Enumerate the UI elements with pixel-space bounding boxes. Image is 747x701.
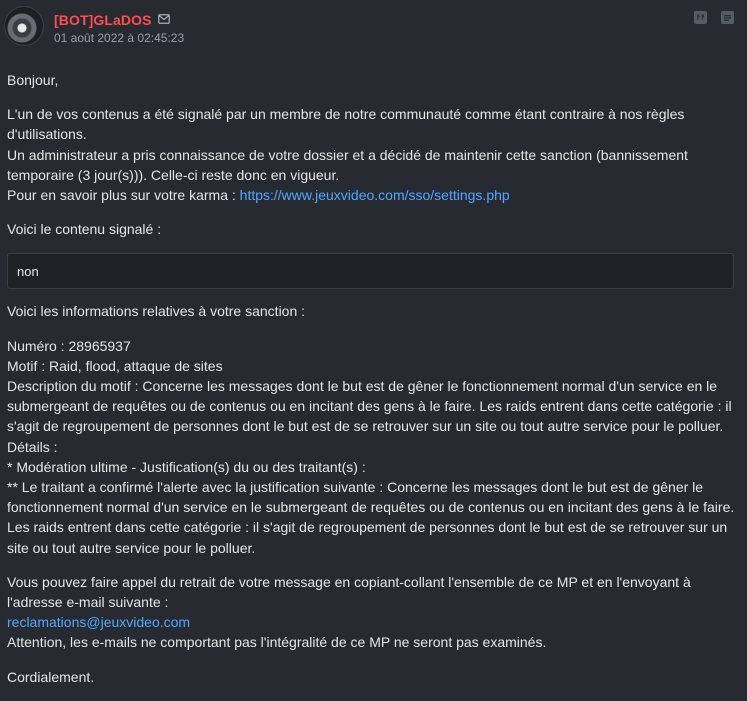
details-label: Détails : bbox=[7, 438, 58, 455]
karma-link[interactable]: https://www.jeuxvideo.com/sso/settings.p… bbox=[240, 187, 510, 203]
reported-content-block: non bbox=[7, 253, 734, 290]
closing: Cordialement. bbox=[7, 668, 95, 685]
motif-description: Description du motif : Concerne les mess… bbox=[7, 378, 732, 435]
karma-prefix: Pour en savoir plus sur votre karma : bbox=[7, 187, 240, 204]
quote-button[interactable] bbox=[694, 11, 707, 24]
mail-icon[interactable] bbox=[158, 14, 170, 24]
greeting: Bonjour, bbox=[7, 72, 59, 88]
more-icon bbox=[724, 15, 731, 21]
sanction-details: Numéro : 28965937 Motif : Raid, flood, a… bbox=[7, 336, 737, 558]
post-date: 01 août 2022 à 02:45:23 bbox=[54, 31, 185, 45]
appeal-section: Vous pouvez faire appel du retrait de vo… bbox=[7, 572, 737, 653]
traitant-justification: ** Le traitant a confirmé l'alerte avec … bbox=[7, 479, 735, 556]
post-header: [BOT]GLaDOS 01 août 2022 à 02:45:23 bbox=[0, 0, 747, 56]
message-body: Bonjour, L'un de vos contenus a été sign… bbox=[7, 70, 737, 701]
appeal-email-link[interactable]: reclamations@jeuxvideo.com bbox=[7, 614, 190, 630]
avatar[interactable] bbox=[4, 6, 44, 46]
reported-label: Voici le contenu signalé : bbox=[7, 221, 162, 238]
appeal-warning: Attention, les e-mails ne comportant pas… bbox=[7, 634, 547, 651]
moderation-line: * Modération ultime - Justification(s) d… bbox=[7, 458, 366, 475]
sanction-motif: Motif : Raid, flood, attaque de sites bbox=[7, 357, 223, 374]
appeal-text: Vous pouvez faire appel du retrait de vo… bbox=[7, 573, 691, 611]
more-button[interactable] bbox=[721, 11, 734, 24]
report-line-2: Un administrateur a pris connaissance de… bbox=[7, 146, 688, 183]
report-notice: L'un de vos contenus a été signalé par u… bbox=[7, 104, 737, 205]
sanction-label: Voici les informations relatives à votre… bbox=[7, 303, 306, 320]
report-line-1: L'un de vos contenus a été signalé par u… bbox=[7, 106, 685, 143]
message-post: [BOT]GLaDOS 01 août 2022 à 02:45:23 Bonj… bbox=[0, 0, 747, 696]
sanction-number: Numéro : 28965937 bbox=[7, 337, 131, 354]
quote-icon bbox=[697, 14, 704, 21]
author-name[interactable]: [BOT]GLaDOS bbox=[54, 12, 152, 28]
